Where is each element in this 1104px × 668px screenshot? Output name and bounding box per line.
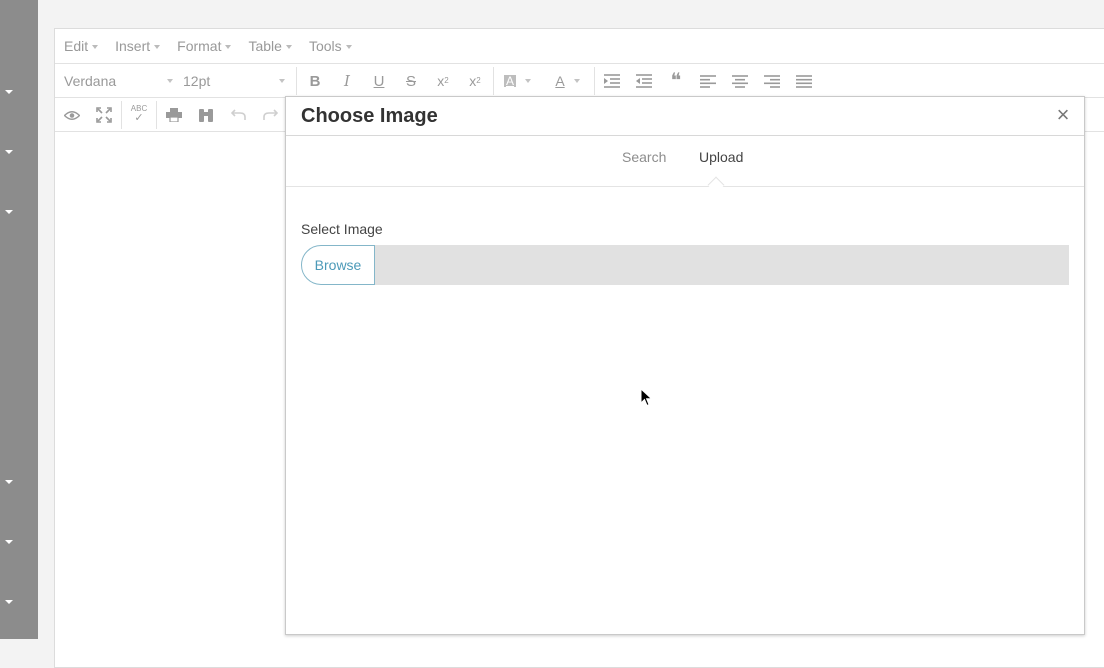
background-color-icon[interactable]: A <box>498 69 522 93</box>
subscript-icon[interactable]: x2 <box>431 69 455 93</box>
bold-icon[interactable]: B <box>303 69 327 93</box>
menu-table-label: Table <box>248 38 282 54</box>
strikethrough-icon[interactable]: S <box>399 69 423 93</box>
sidebar-caret-icon[interactable] <box>5 210 13 214</box>
menu-insert-label: Insert <box>115 38 151 54</box>
sidebar-caret-icon[interactable] <box>5 600 13 604</box>
chevron-down-icon[interactable] <box>571 69 583 93</box>
font-family-select[interactable]: Verdana <box>64 64 176 97</box>
chevron-down-icon <box>167 79 173 83</box>
chevron-down-icon <box>345 44 352 49</box>
sidebar-caret-icon[interactable] <box>5 90 13 94</box>
chevron-down-icon <box>225 44 232 49</box>
align-right-icon[interactable] <box>760 69 784 93</box>
formatting-toolbar: Verdana 12pt B I U S x2 x2 A A ❝ <box>55 64 1104 98</box>
print-icon[interactable] <box>162 103 186 127</box>
chevron-down-icon <box>154 44 161 49</box>
editor-menubar: Edit Insert Format Table Tools <box>55 29 1104 64</box>
undo-icon[interactable] <box>226 103 250 127</box>
choose-image-dialog: Choose Image × Search Upload Select Imag… <box>285 96 1085 635</box>
background-color-glyph: A <box>503 74 516 88</box>
file-upload-control: Browse <box>301 245 1069 285</box>
align-justify-icon[interactable] <box>792 69 816 93</box>
dialog-tabs: Search Upload <box>286 136 1084 187</box>
menu-tools[interactable]: Tools <box>309 38 352 54</box>
text-color-glyph: A <box>555 73 565 89</box>
menu-tools-label: Tools <box>308 38 342 54</box>
dialog-title: Choose Image <box>301 105 438 127</box>
toolbar-divider <box>493 67 494 95</box>
toolbar-divider <box>594 67 595 95</box>
chevron-down-icon <box>285 44 292 49</box>
chevron-down-icon[interactable] <box>522 69 534 93</box>
select-image-label: Select Image <box>301 221 383 237</box>
italic-icon[interactable]: I <box>335 69 359 93</box>
menu-edit[interactable]: Edit <box>64 38 99 54</box>
chevron-down-icon <box>279 79 285 83</box>
toolbar-divider <box>156 101 157 129</box>
menu-format-label: Format <box>177 38 222 54</box>
text-color-icon[interactable]: A <box>548 69 572 93</box>
browse-button[interactable]: Browse <box>301 245 375 285</box>
menu-format[interactable]: Format <box>177 38 232 54</box>
blockquote-icon[interactable]: ❝ <box>664 69 688 93</box>
toolbar-divider <box>121 101 122 129</box>
font-size-value: 12pt <box>183 72 211 89</box>
font-size-select[interactable]: 12pt <box>183 64 288 97</box>
blockquote-glyph: ❝ <box>670 70 682 92</box>
eye-icon[interactable] <box>60 103 84 127</box>
fullscreen-icon[interactable] <box>92 103 116 127</box>
chevron-down-icon <box>92 44 99 49</box>
sidebar-caret-icon[interactable] <box>5 540 13 544</box>
align-center-icon[interactable] <box>728 69 752 93</box>
find-replace-icon[interactable] <box>194 103 218 127</box>
align-left-icon[interactable] <box>696 69 720 93</box>
left-sidebar <box>0 0 38 639</box>
superscript-icon[interactable]: x2 <box>463 69 487 93</box>
dialog-header: Choose Image × <box>286 97 1084 136</box>
tab-upload[interactable]: Upload <box>699 149 743 165</box>
spellcheck-icon[interactable]: ABC ✓ <box>127 102 151 126</box>
font-family-value: Verdana <box>64 72 117 89</box>
selected-file-field[interactable] <box>375 245 1069 285</box>
underline-icon[interactable]: U <box>367 69 391 93</box>
sidebar-caret-icon[interactable] <box>5 480 13 484</box>
sidebar-caret-icon[interactable] <box>5 150 13 154</box>
menu-table[interactable]: Table <box>248 38 292 54</box>
tab-search[interactable]: Search <box>622 149 666 165</box>
indent-icon[interactable] <box>600 69 624 93</box>
close-icon[interactable]: × <box>1052 102 1074 127</box>
menu-edit-label: Edit <box>64 38 89 54</box>
toolbar-divider <box>296 67 297 95</box>
redo-icon[interactable] <box>258 103 282 127</box>
menu-insert[interactable]: Insert <box>115 38 161 54</box>
mouse-pointer-icon <box>640 388 653 407</box>
outdent-icon[interactable] <box>632 69 656 93</box>
